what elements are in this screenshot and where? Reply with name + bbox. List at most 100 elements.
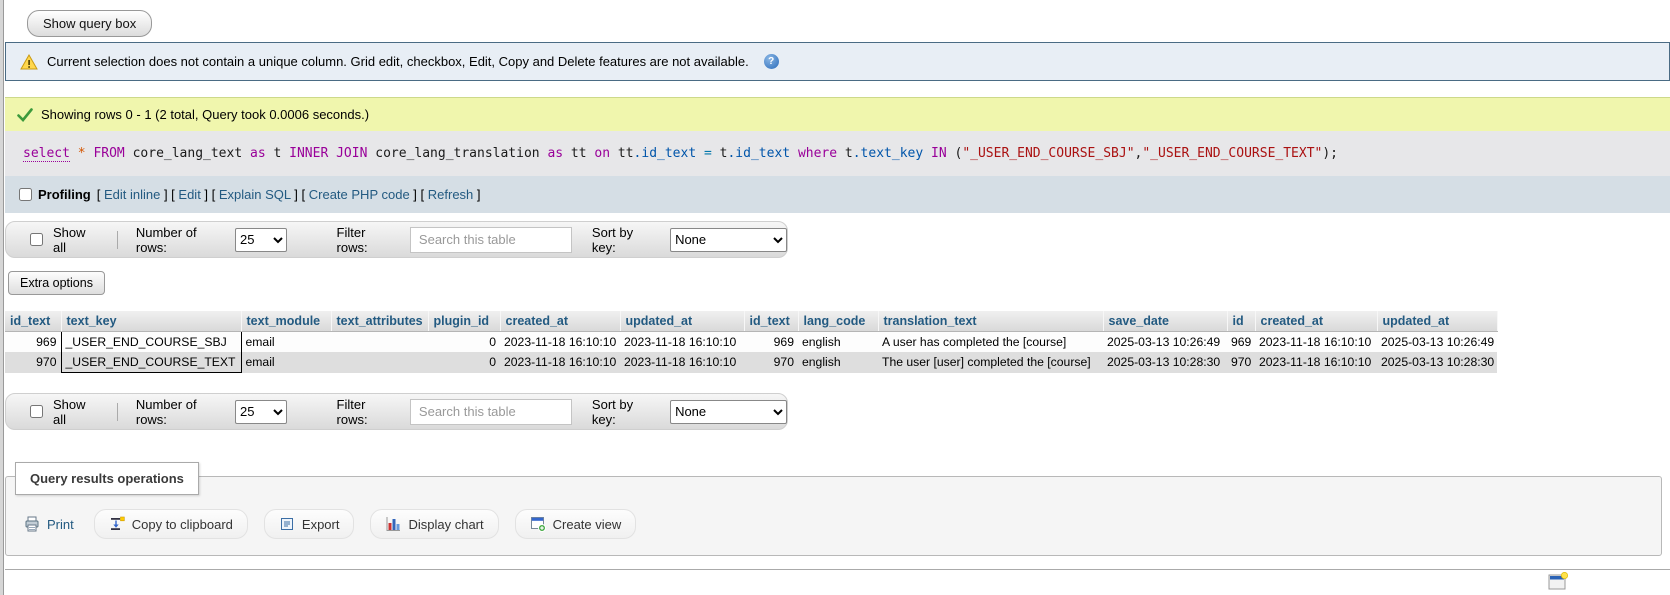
show-query-box-button[interactable]: Show query box xyxy=(27,10,152,37)
search-input[interactable] xyxy=(410,399,572,425)
create-view-button[interactable]: Create view xyxy=(515,509,637,539)
search-input[interactable] xyxy=(410,227,572,253)
column-header-updated_at[interactable]: updated_at xyxy=(1377,311,1497,332)
profiling-link-create-php-code[interactable]: Create PHP code xyxy=(309,187,410,202)
cell-lang_code: english xyxy=(798,332,878,353)
cell-save_date: 2025-03-13 10:28:30 xyxy=(1103,352,1227,373)
cell-id_text: 970 xyxy=(5,352,61,373)
sql-keyword-link[interactable]: select xyxy=(23,146,70,162)
show-all-checkbox[interactable] xyxy=(30,405,43,418)
cell-text_attributes xyxy=(331,332,428,353)
help-icon[interactable]: ? xyxy=(764,54,779,69)
divider xyxy=(117,231,118,249)
column-header-updated_at[interactable]: updated_at xyxy=(620,311,744,332)
table-row: 970_USER_END_COURSE_TEXTemail02023-11-18… xyxy=(5,352,1497,373)
cell-text_attributes xyxy=(331,352,428,373)
cell-plugin_id: 0 xyxy=(428,332,500,353)
header-row: id_texttext_keytext_moduletext_attribute… xyxy=(5,311,1497,332)
cell-id: 970 xyxy=(1227,352,1255,373)
cell-created_at: 2023-11-18 16:10:10 xyxy=(500,332,620,353)
column-header-text_module[interactable]: text_module xyxy=(241,311,331,332)
profiling-link-refresh[interactable]: Refresh xyxy=(428,187,474,202)
cell-save_date: 2025-03-13 10:26:49 xyxy=(1103,332,1227,353)
display-chart-button[interactable]: Display chart xyxy=(370,509,498,539)
printer-icon xyxy=(24,516,40,532)
column-header-lang_code[interactable]: lang_code xyxy=(798,311,878,332)
profiling-link-edit[interactable]: Edit xyxy=(178,187,200,202)
column-header-created_at[interactable]: created_at xyxy=(500,311,620,332)
export-button[interactable]: Export xyxy=(264,509,355,539)
number-of-rows-select[interactable]: 25 xyxy=(235,400,287,424)
profiling-label: Profiling xyxy=(38,187,91,202)
cell-text_key: _USER_END_COURSE_SBJ xyxy=(61,332,241,353)
cell-translation_text: The user [user] completed the [course] xyxy=(878,352,1103,373)
sort-by-key-label: Sort by key: xyxy=(592,397,656,427)
check-icon xyxy=(17,108,33,122)
profiling-checkbox[interactable] xyxy=(19,188,32,201)
query-results-operations-fieldset: Query results operations PrintCopy to cl… xyxy=(5,476,1662,556)
cell-translation_text: A user has completed the [course] xyxy=(878,332,1103,353)
cell-plugin_id: 0 xyxy=(428,352,500,373)
warning-text: Current selection does not contain a uni… xyxy=(47,54,749,69)
profiling-link-edit-inline[interactable]: Edit inline xyxy=(104,187,160,202)
copy-to-clipboard-button[interactable]: Copy to clipboard xyxy=(94,509,248,539)
table-row: 969_USER_END_COURSE_SBJemail02023-11-18 … xyxy=(5,332,1497,353)
cell-updated_at: 2023-11-18 16:10:10 xyxy=(620,332,744,353)
number-of-rows-label: Number of rows: xyxy=(136,225,225,255)
column-header-text_key[interactable]: text_key xyxy=(61,311,241,332)
print-button[interactable]: Print xyxy=(20,510,78,538)
column-header-created_at[interactable]: created_at xyxy=(1255,311,1377,332)
sort-by-key-label: Sort by key: xyxy=(592,225,656,255)
result-summary: Showing rows 0 - 1 (2 total, Query took … xyxy=(41,107,369,122)
sql-query-text: select * FROM core_lang_text as t INNER … xyxy=(23,146,1338,161)
extra-options-button[interactable]: Extra options xyxy=(8,271,105,295)
chart-icon xyxy=(385,516,401,532)
show-all-label: Show all xyxy=(53,225,99,255)
cell-id_text: 969 xyxy=(744,332,798,353)
filter-bar-top: Show all Number of rows: 25 Filter rows:… xyxy=(5,221,788,258)
divider xyxy=(5,569,1670,570)
cell-updated_at: 2025-03-13 10:28:30 xyxy=(1377,352,1497,373)
button-label: Export xyxy=(302,517,340,532)
profiling-link-explain-sql[interactable]: Explain SQL xyxy=(219,187,291,202)
button-label: Display chart xyxy=(408,517,483,532)
column-header-text_attributes[interactable]: text_attributes xyxy=(331,311,428,332)
success-banner: Showing rows 0 - 1 (2 total, Query took … xyxy=(5,97,1670,131)
column-header-plugin_id[interactable]: plugin_id xyxy=(428,311,500,332)
filter-bar-bottom: Show all Number of rows: 25 Filter rows:… xyxy=(5,393,788,430)
button-label: Create view xyxy=(553,517,622,532)
operations-buttons: Print Copy to clipboard Export Display char… xyxy=(20,509,1661,539)
profiling-bar: Profiling [ Edit inline ] [ Edit ] [ Exp… xyxy=(5,176,1670,213)
column-header-id_text[interactable]: id_text xyxy=(744,311,798,332)
cell-updated_at: 2025-03-13 10:26:49 xyxy=(1377,332,1497,353)
frame-border xyxy=(0,0,4,595)
show-all-checkbox[interactable] xyxy=(30,233,43,246)
cell-created_at: 2023-11-18 16:10:10 xyxy=(500,352,620,373)
warning-banner: Current selection does not contain a uni… xyxy=(5,42,1670,81)
query-window-icon[interactable] xyxy=(1548,572,1568,594)
number-of-rows-select[interactable]: 25 xyxy=(235,228,287,252)
column-header-id_text[interactable]: id_text xyxy=(5,311,61,332)
cell-created_at: 2023-11-18 16:10:10 xyxy=(1255,352,1377,373)
divider xyxy=(117,403,118,421)
filter-rows-label: Filter rows: xyxy=(337,397,396,427)
column-header-translation_text[interactable]: translation_text xyxy=(878,311,1103,332)
filter-rows-label: Filter rows: xyxy=(337,225,396,255)
sort-by-key-select[interactable]: None xyxy=(670,228,787,252)
cell-text_key: _USER_END_COURSE_TEXT xyxy=(61,352,241,373)
results-table: id_texttext_keytext_moduletext_attribute… xyxy=(5,311,1498,373)
query-results-operations-legend: Query results operations xyxy=(15,462,199,495)
column-header-save_date[interactable]: save_date xyxy=(1103,311,1227,332)
number-of-rows-label: Number of rows: xyxy=(136,397,225,427)
cell-text_module: email xyxy=(241,352,331,373)
profiling-links: [ Edit inline ] [ Edit ] [ Explain SQL ]… xyxy=(97,187,481,202)
cell-id_text: 970 xyxy=(744,352,798,373)
sql-query-display: select * FROM core_lang_text as t INNER … xyxy=(5,131,1670,176)
button-label: Copy to clipboard xyxy=(132,517,233,532)
cell-id: 969 xyxy=(1227,332,1255,353)
cell-text_module: email xyxy=(241,332,331,353)
column-header-id[interactable]: id xyxy=(1227,311,1255,332)
cell-lang_code: english xyxy=(798,352,878,373)
sort-by-key-select[interactable]: None xyxy=(670,400,787,424)
warning-icon xyxy=(20,54,38,70)
